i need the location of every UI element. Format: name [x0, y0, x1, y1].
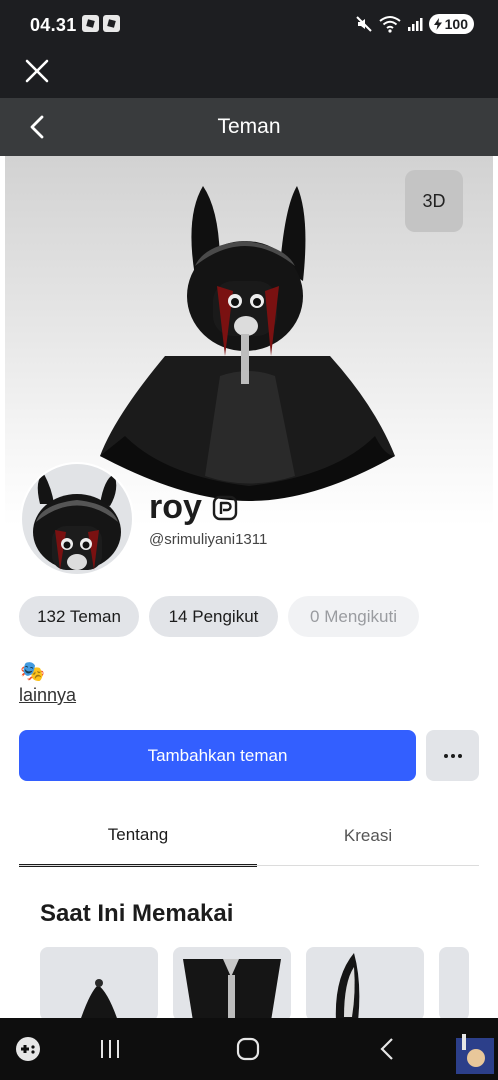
- battery-level: 100: [444, 16, 468, 32]
- bio-emoji: 🎭: [20, 661, 45, 683]
- top-close-row: [0, 50, 498, 98]
- tab-about[interactable]: Tentang: [19, 806, 257, 867]
- notification-icons: [82, 15, 120, 32]
- signal-icon: [407, 18, 423, 31]
- mute-icon: [355, 16, 372, 32]
- floating-app-icon[interactable]: [456, 1034, 494, 1074]
- ellipsis-icon: [450, 753, 455, 758]
- bunny-ears-item-image: [335, 953, 360, 1021]
- roblox-app-icon: [103, 15, 120, 32]
- wearing-item-card[interactable]: [306, 947, 424, 1021]
- android-nav-bar: [0, 1018, 498, 1080]
- avatar-headshot-image: [33, 474, 121, 570]
- gamepad-icon[interactable]: [14, 1035, 42, 1063]
- battery-indicator: 100: [428, 14, 474, 34]
- wearing-section-title: Saat Ini Memakai: [40, 900, 234, 927]
- view-3d-button[interactable]: 3D: [405, 170, 463, 232]
- page-title: Teman: [217, 115, 281, 138]
- friends-count-button[interactable]: 132 Teman: [19, 596, 139, 637]
- followers-count-button[interactable]: 14 Pengikut: [149, 596, 278, 637]
- wearing-item-card[interactable]: [439, 947, 469, 1021]
- top-item-image: [183, 959, 281, 1021]
- charging-icon: [433, 18, 442, 30]
- premium-badge-icon: [212, 495, 238, 521]
- more-options-button[interactable]: [426, 730, 479, 781]
- ellipsis-icon: [457, 753, 462, 758]
- status-indicators: 100: [355, 14, 474, 34]
- dress-item-image: [80, 979, 118, 1021]
- following-count-button[interactable]: 0 Mengikuti: [288, 596, 419, 637]
- roblox-app-icon: [82, 15, 99, 32]
- display-name: roy: [149, 488, 202, 526]
- status-bar: 04.31 100: [0, 0, 498, 50]
- back-nav-icon[interactable]: [378, 1037, 398, 1061]
- tab-divider: [19, 865, 479, 866]
- recent-apps-icon[interactable]: [98, 1038, 122, 1060]
- wifi-icon: [379, 16, 401, 33]
- tab-creations[interactable]: Kreasi: [249, 806, 487, 866]
- header-bar: Teman: [0, 98, 498, 156]
- home-icon[interactable]: [236, 1037, 260, 1061]
- wearing-item-card[interactable]: [173, 947, 291, 1021]
- username: @srimuliyani1311: [149, 531, 268, 548]
- avatar[interactable]: [20, 462, 134, 576]
- ellipsis-icon: [443, 753, 448, 758]
- add-friend-button[interactable]: Tambahkan teman: [19, 730, 416, 781]
- status-time: 04.31: [30, 15, 77, 35]
- close-icon[interactable]: [22, 56, 52, 86]
- wearing-item-card[interactable]: [40, 947, 158, 1021]
- bio-more-link[interactable]: lainnya: [19, 685, 76, 706]
